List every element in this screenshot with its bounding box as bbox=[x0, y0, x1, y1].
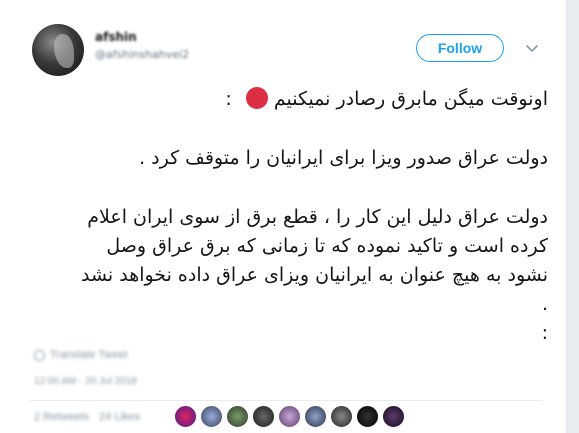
paragraph-line: : bbox=[541, 322, 548, 344]
like-count[interactable]: 24 Likes bbox=[99, 411, 140, 423]
line-1-text: اونوقت میگن مابرق رصادر نمیکنیم bbox=[273, 88, 548, 110]
author-name[interactable]: afshin bbox=[95, 30, 137, 44]
liker-avatars bbox=[174, 405, 405, 428]
liker-avatar[interactable] bbox=[226, 405, 249, 428]
follow-button[interactable]: Follow bbox=[416, 34, 504, 62]
red-circle-emoji bbox=[245, 87, 268, 109]
liker-avatar[interactable] bbox=[252, 405, 275, 428]
liker-avatar[interactable] bbox=[382, 405, 405, 428]
liker-avatar[interactable] bbox=[356, 405, 379, 428]
paragraph-line: کرده است و تاکید نموده که تا زمانی که بر… bbox=[106, 235, 548, 257]
paragraph-line: نشود به هیچ عنوان به ایرانیان ویزای عراق… bbox=[80, 264, 548, 286]
engagement-stats: 2 Retweets 24 Likes bbox=[34, 411, 140, 423]
translate-label: Translate Tweet bbox=[50, 349, 128, 361]
paragraph-line: . bbox=[541, 293, 548, 315]
line-1-colon: : bbox=[225, 88, 232, 110]
tweet-line-1: اونوقت میگن مابرق رصادر نمیکنیم : bbox=[30, 85, 548, 114]
liker-avatar[interactable] bbox=[304, 405, 327, 428]
tweet-timestamp[interactable]: 12:00 AM - 20 Jul 2018 bbox=[34, 376, 137, 387]
avatar[interactable] bbox=[32, 24, 84, 76]
globe-icon bbox=[34, 349, 45, 361]
author-handle[interactable]: @afshinshahvei2 bbox=[95, 48, 189, 61]
translate-tweet-link[interactable]: Translate Tweet bbox=[34, 349, 128, 361]
tweet-line-2: دولت عراق صدور ویزا برای ایرانیان را متو… bbox=[139, 147, 548, 169]
tweet-card: afshin @afshinshahvei2 Follow اونوقت میگ… bbox=[0, 0, 567, 433]
liker-avatar[interactable] bbox=[174, 405, 197, 428]
page-background bbox=[566, 0, 579, 433]
chevron-down-icon[interactable] bbox=[524, 40, 540, 56]
tweet-paragraph: دولت عراق دلیل این کار را ، قطع برق از س… bbox=[30, 203, 548, 348]
liker-avatar[interactable] bbox=[278, 405, 301, 428]
liker-avatar[interactable] bbox=[330, 405, 353, 428]
divider bbox=[30, 400, 542, 401]
retweet-count[interactable]: 2 Retweets bbox=[34, 411, 89, 423]
liker-avatar[interactable] bbox=[200, 405, 223, 428]
paragraph-line: دولت عراق دلیل این کار را ، قطع برق از س… bbox=[87, 206, 548, 228]
